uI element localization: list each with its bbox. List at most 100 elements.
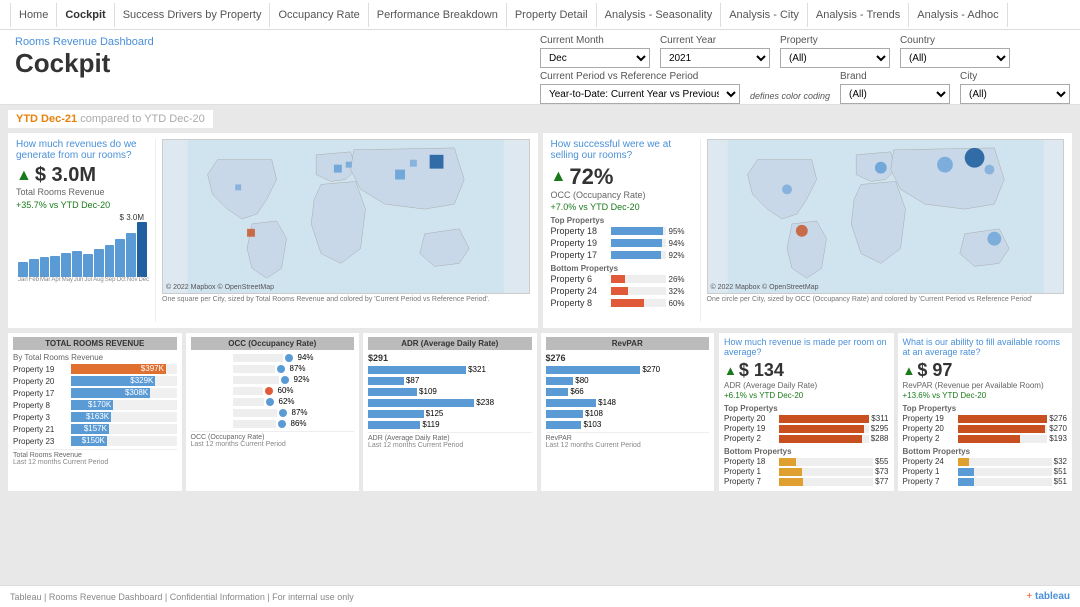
- metrics-rev-subtitle: By Total Rooms Revenue: [13, 353, 177, 362]
- adr-change: +6.1% vs YTD Dec-20: [724, 391, 889, 400]
- metrics-revenue: TOTAL ROOMS REVENUE By Total Rooms Reven…: [8, 333, 182, 491]
- occ-bottom-prop-0: Property 6 26%: [551, 274, 694, 284]
- current-year-filter: Current Year 2021: [660, 35, 770, 68]
- adr-panel-title: How much revenue is made per room on ave…: [724, 337, 889, 357]
- adr-top-1: Property 19 $295: [724, 424, 889, 433]
- revenue-map: © 2022 Mapbox © OpenStreetMap: [162, 139, 530, 294]
- revpar-top-1: Property 20 $270: [903, 424, 1068, 433]
- occ-value: 72%: [569, 164, 613, 190]
- ytd-bar: YTD Dec-21 compared to YTD Dec-20: [8, 110, 213, 128]
- nav-item-trends[interactable]: Analysis - Trends: [808, 3, 909, 27]
- occ-top-label: Top Propertys: [551, 216, 694, 225]
- ytd-current: YTD Dec-21: [16, 113, 77, 125]
- revpar-panel-title: What is our ability to fill available ro…: [903, 337, 1068, 357]
- footer-text: Tableau | Rooms Revenue Dashboard | Conf…: [10, 592, 354, 602]
- occ-panel-title: How successful were we at selling our ro…: [551, 139, 694, 161]
- metrics-rev-row-0: Property 19 $397K: [13, 364, 177, 374]
- metrics-rev-row-6: Property 23 $150K: [13, 436, 177, 446]
- revpar-value: $ 97: [917, 360, 952, 381]
- nav-item-performance[interactable]: Performance Breakdown: [369, 3, 507, 27]
- tableau-logo: + tableau: [1026, 591, 1070, 602]
- nav-item-detail[interactable]: Property Detail: [507, 3, 597, 27]
- metrics-revpar-footer: RevPAR Last 12 months Current Period: [546, 432, 710, 449]
- header-area: Rooms Revenue Dashboard Cockpit Current …: [0, 30, 1080, 105]
- nav-item-seasonality[interactable]: Analysis - Seasonality: [597, 3, 722, 27]
- metrics-rev-row-5: Property 21 $157K: [13, 424, 177, 434]
- revpar-bottom-2: Property 7 $51: [903, 477, 1068, 486]
- revenue-map-note: One square per City, sized by Total Room…: [162, 296, 530, 303]
- revpar-label: RevPAR (Revenue per Available Room): [903, 381, 1068, 390]
- occ-change: +7.0% vs YTD Dec-20: [551, 202, 694, 212]
- property-select[interactable]: (All): [780, 48, 890, 68]
- adr-panel: How much revenue is made per room on ave…: [719, 333, 894, 491]
- metrics-rev-row-1: Property 20 $329K: [13, 376, 177, 386]
- revpar-bottom-label: Bottom Propertys: [903, 447, 1068, 456]
- main-content: YTD Dec-21 compared to YTD Dec-20 How mu…: [0, 105, 1080, 585]
- metrics-revpar-title: RevPAR: [546, 337, 710, 350]
- rooms-revenue-label: Rooms Revenue Dashboard: [15, 36, 154, 48]
- footer: Tableau | Rooms Revenue Dashboard | Conf…: [0, 585, 1080, 607]
- city-filter: City (All): [960, 71, 1070, 104]
- revpar-panel: What is our ability to fill available ro…: [898, 333, 1073, 491]
- nav-item-success[interactable]: Success Drivers by Property: [115, 3, 271, 27]
- adr-label: ADR (Average Daily Rate): [724, 381, 889, 390]
- property-filter: Property (All): [780, 35, 890, 68]
- metrics-adr-footer: ADR (Average Daily Rate) Last 12 months …: [368, 432, 532, 449]
- metrics-revpar: RevPAR $276 $270 $80 $66: [541, 333, 715, 491]
- occ-map: © 2022 Mapbox © OpenStreetMap: [707, 139, 1065, 294]
- occ-map-note: One circle per City, sized by OCC (Occup…: [707, 296, 1065, 303]
- current-year-select[interactable]: 2021: [660, 48, 770, 68]
- metrics-adr: ADR (Average Daily Rate) $291 $321 $87 $…: [363, 333, 537, 491]
- nav-item-cockpit[interactable]: Cockpit: [57, 3, 114, 27]
- revenue-label: Total Rooms Revenue: [16, 187, 149, 197]
- country-filter: Country (All): [900, 35, 1010, 68]
- revpar-bottom-1: Property 1 $51: [903, 467, 1068, 476]
- nav-item-adhoc[interactable]: Analysis - Adhoc: [909, 3, 1007, 27]
- defines-label: defines color coding: [750, 91, 830, 104]
- adr-bottom-1: Property 1 $73: [724, 467, 889, 476]
- metrics-adr-title: ADR (Average Daily Rate): [368, 337, 532, 350]
- current-month-select[interactable]: Dec: [540, 48, 650, 68]
- occ-top-prop-0: Property 18 95%: [551, 226, 694, 236]
- revenue-panel-title: How much revenues do we generate from ou…: [16, 139, 149, 161]
- revpar-top-0: Property 19 $276: [903, 414, 1068, 423]
- occupancy-panel: How successful were we at selling our ro…: [543, 133, 1073, 328]
- metrics-occ-footer: OCC (Occupancy Rate) Last 12 months Curr…: [191, 431, 355, 448]
- revpar-change: +13.6% vs YTD Dec-20: [903, 391, 1068, 400]
- metrics-rev-row-4: Property 3 $163K: [13, 412, 177, 422]
- metrics-rev-footer: Total Rooms Revenue Last 12 months Curre…: [13, 449, 177, 466]
- metrics-rev-row-2: Property 17 $308K: [13, 388, 177, 398]
- brand-select[interactable]: (All): [840, 84, 950, 104]
- metrics-adr-top: $291: [368, 353, 532, 363]
- adr-bottom-label: Bottom Propertys: [724, 447, 889, 456]
- metrics-revpar-top: $276: [546, 353, 710, 363]
- adr-top-0: Property 20 $311: [724, 414, 889, 423]
- revenue-value: $ 3.0M: [35, 164, 96, 187]
- country-select[interactable]: (All): [900, 48, 1010, 68]
- adr-bottom-0: Property 18 $55: [724, 457, 889, 466]
- current-month-filter: Current Month Dec: [540, 35, 650, 68]
- nav-item-city[interactable]: Analysis - City: [721, 3, 808, 27]
- revenue-change: +35.7% vs YTD Dec-20: [16, 200, 149, 210]
- app-container: Home Cockpit Success Drivers by Property…: [0, 0, 1080, 607]
- metrics-rev-row-3: Property 8 $170K: [13, 400, 177, 410]
- occ-top-prop-1: Property 19 94%: [551, 238, 694, 248]
- revenue-panel: How much revenues do we generate from ou…: [8, 133, 538, 328]
- occ-triangle: ▲: [551, 168, 567, 186]
- ytd-compared: compared to YTD Dec-20: [80, 114, 205, 125]
- nav-item-home[interactable]: Home: [10, 3, 57, 27]
- period-filter: Current Period vs Reference Period Year-…: [540, 71, 740, 104]
- occ-map-credit: © 2022 Mapbox © OpenStreetMap: [711, 284, 819, 291]
- occ-bottom-prop-1: Property 24 32%: [551, 286, 694, 296]
- nav-bar: Home Cockpit Success Drivers by Property…: [0, 0, 1080, 30]
- adr-bottom-2: Property 7 $77: [724, 477, 889, 486]
- adr-top-label: Top Propertys: [724, 404, 889, 413]
- city-select[interactable]: (All): [960, 84, 1070, 104]
- cockpit-title: Cockpit: [15, 50, 154, 76]
- nav-item-occupancy[interactable]: Occupancy Rate: [270, 3, 368, 27]
- period-select[interactable]: Year-to-Date: Current Year vs Previous Y…: [540, 84, 740, 104]
- revpar-top-2: Property 2 $193: [903, 434, 1068, 443]
- revpar-bottom-0: Property 24 $32: [903, 457, 1068, 466]
- occ-top-prop-2: Property 17 92%: [551, 250, 694, 260]
- occ-label: OCC (Occupancy Rate): [551, 190, 694, 200]
